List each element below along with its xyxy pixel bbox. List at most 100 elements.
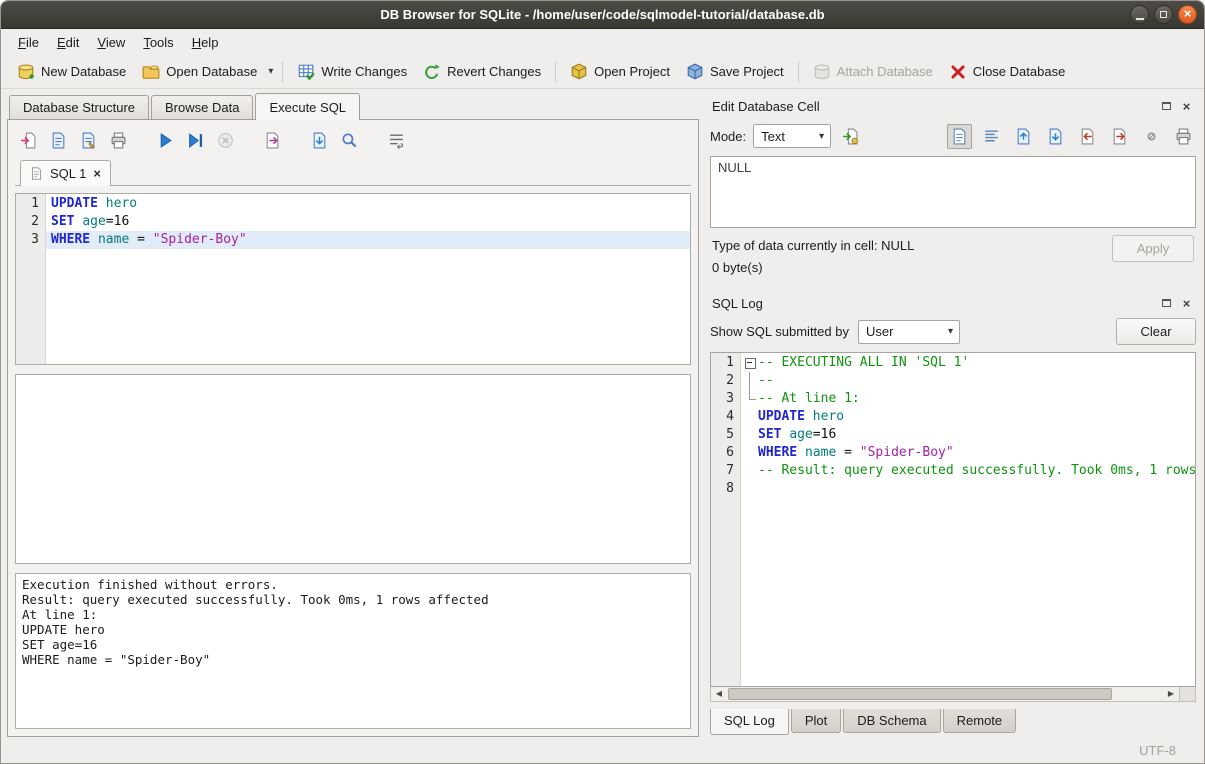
open-database-dropdown[interactable]: ▾	[265, 62, 276, 81]
chevron-down-icon: ▾	[813, 131, 830, 142]
export-cell-button[interactable]	[1107, 124, 1132, 149]
print-cell-button[interactable]	[1171, 124, 1196, 149]
stop-icon	[217, 132, 234, 149]
left-panel: Database Structure Browse Data Execute S…	[7, 92, 699, 737]
import-data-button[interactable]	[838, 124, 863, 149]
minimize-button[interactable]	[1130, 5, 1149, 24]
text-mode-button[interactable]	[947, 124, 972, 149]
save-project-icon	[686, 63, 704, 81]
dock-tab-bar: SQL Log Plot DB Schema Remote	[708, 709, 1198, 737]
text-document-icon	[951, 128, 968, 145]
execute-all-button[interactable]	[154, 129, 176, 151]
execute-all-icon	[157, 132, 174, 149]
main-tab-bar: Database Structure Browse Data Execute S…	[7, 92, 699, 119]
log-line-numbers: 12345678	[711, 353, 741, 686]
app-window: DB Browser for SQLite - /home/user/code/…	[0, 0, 1205, 764]
sql-1-tab[interactable]: SQL 1 ×	[20, 160, 111, 186]
maximize-button[interactable]	[1154, 5, 1173, 24]
scrollbar-thumb[interactable]	[728, 688, 1112, 700]
scrollbar-corner	[1179, 687, 1195, 701]
save-sql-as-icon	[80, 132, 97, 149]
sql-log-viewer[interactable]: 12345678 -- EXECUTING ALL IN 'SQL 1'----…	[710, 352, 1196, 687]
titlebar[interactable]: DB Browser for SQLite - /home/user/code/…	[1, 1, 1204, 29]
right-panel: Edit Database Cell × Mode: Text ▾	[708, 92, 1198, 737]
result-log-line: UPDATE hero	[22, 622, 684, 637]
import-cell-button[interactable]	[1075, 124, 1100, 149]
code-line: SET age=16	[46, 213, 690, 231]
fold-guide	[743, 444, 758, 462]
open-cell-data-button[interactable]	[1011, 124, 1036, 149]
open-sql-file-button[interactable]	[17, 129, 39, 151]
scroll-right-button[interactable]: ▶	[1163, 687, 1179, 701]
line-number: 3	[711, 390, 734, 408]
float-panel-button[interactable]	[1159, 99, 1174, 114]
menu-view[interactable]: View	[88, 31, 134, 54]
export-results-button[interactable]	[261, 129, 283, 151]
maximize-icon	[1160, 11, 1167, 18]
revert-changes-button[interactable]: Revert Changes	[415, 59, 549, 85]
tab-execute-sql[interactable]: Execute SQL	[255, 93, 360, 120]
encoding-label: UTF-8	[1139, 743, 1176, 758]
dock-tab-sql-log[interactable]: SQL Log	[710, 709, 789, 735]
close-tab-icon[interactable]: ×	[93, 166, 101, 181]
save-file-icon	[1047, 128, 1064, 145]
horizontal-scrollbar[interactable]: ◀ ▶	[710, 687, 1196, 702]
write-changes-button[interactable]: Write Changes	[289, 59, 415, 85]
cell-type-info: Type of data currently in cell: NULL	[712, 235, 1112, 257]
open-project-button[interactable]: Open Project	[562, 59, 678, 85]
word-wrap-button[interactable]	[385, 129, 407, 151]
save-project-label: Save Project	[710, 64, 784, 79]
execution-log[interactable]: Execution finished without errors.Result…	[15, 573, 691, 729]
execute-current-line-button[interactable]	[184, 129, 206, 151]
close-icon: ×	[1184, 6, 1192, 21]
mode-select[interactable]: Text ▾	[753, 124, 831, 148]
save-results-button[interactable]	[308, 129, 330, 151]
open-database-button[interactable]: Open Database	[134, 59, 265, 85]
results-grid[interactable]	[15, 374, 691, 564]
save-project-button[interactable]: Save Project	[678, 59, 792, 85]
save-cell-data-button[interactable]	[1043, 124, 1068, 149]
cell-size-info: 0 byte(s)	[712, 257, 1112, 279]
editor-code-area[interactable]: UPDATE heroSET age=16WHERE name = "Spide…	[46, 194, 690, 364]
fold-guide	[743, 408, 758, 426]
line-number: 4	[711, 408, 734, 426]
find-replace-button[interactable]	[338, 129, 360, 151]
menu-tools[interactable]: Tools	[134, 31, 182, 54]
fold-collapse-icon[interactable]	[743, 354, 758, 372]
code-line: WHERE name = "Spider-Boy"	[46, 231, 690, 249]
submitted-by-select[interactable]: User ▾	[858, 320, 960, 344]
close-button[interactable]: ×	[1178, 5, 1197, 24]
menu-file[interactable]: File	[9, 31, 48, 54]
dock-tab-db-schema[interactable]: DB Schema	[843, 709, 940, 733]
log-code-area: -- EXECUTING ALL IN 'SQL 1'---- At line …	[741, 353, 1195, 686]
dock-tab-remote[interactable]: Remote	[943, 709, 1017, 733]
close-database-button[interactable]: Close Database	[941, 59, 1074, 85]
scroll-left-button[interactable]: ◀	[711, 687, 727, 701]
tab-browse-data[interactable]: Browse Data	[151, 95, 253, 119]
set-null-button[interactable]	[1139, 124, 1164, 149]
close-panel-button[interactable]: ×	[1179, 296, 1194, 311]
apply-button[interactable]: Apply	[1112, 235, 1194, 262]
window-controls: ×	[1130, 5, 1197, 24]
word-wrap-cell-button[interactable]	[979, 124, 1004, 149]
close-panel-button[interactable]: ×	[1179, 99, 1194, 114]
save-sql-as-button[interactable]	[77, 129, 99, 151]
print-sql-button[interactable]	[107, 129, 129, 151]
menu-edit[interactable]: Edit	[48, 31, 88, 54]
cell-value-editor[interactable]: NULL	[710, 156, 1196, 228]
clear-button[interactable]: Clear	[1116, 318, 1196, 345]
dock-tab-plot[interactable]: Plot	[791, 709, 841, 733]
save-sql-file-button[interactable]	[47, 129, 69, 151]
menu-help[interactable]: Help	[183, 31, 228, 54]
sql-editor[interactable]: 123 UPDATE heroSET age=16WHERE name = "S…	[15, 193, 691, 365]
main-toolbar: New Database Open Database ▾ Write Chang…	[1, 55, 1204, 89]
import-icon	[1079, 128, 1096, 145]
float-icon	[1162, 102, 1171, 110]
new-database-button[interactable]: New Database	[9, 59, 134, 85]
fold-guide	[743, 462, 758, 480]
tab-database-structure[interactable]: Database Structure	[9, 95, 149, 119]
open-database-label: Open Database	[166, 64, 257, 79]
float-panel-button[interactable]	[1159, 296, 1174, 311]
fold-guide	[743, 426, 758, 444]
scrollbar-track[interactable]	[727, 687, 1163, 701]
